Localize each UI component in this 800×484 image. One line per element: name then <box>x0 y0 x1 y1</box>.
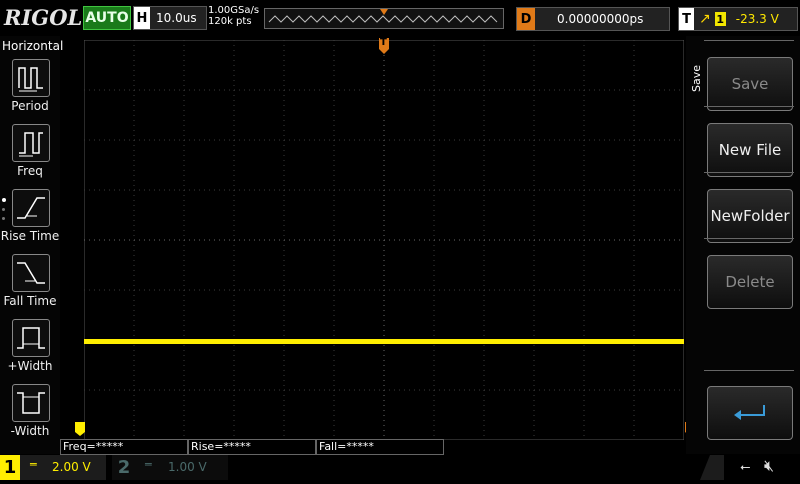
menu-page-dot <box>2 208 5 211</box>
graticule <box>83 39 685 441</box>
measure-rise-time[interactable]: Rise Time <box>0 189 60 251</box>
dc-coupling-icon: ═ <box>145 458 152 471</box>
channel1-number[interactable]: 1 <box>0 455 20 480</box>
timebase-value: 10.0us <box>156 11 197 25</box>
trigger-level: -23.3 V <box>735 12 779 26</box>
trigger-indicator[interactable]: T ↗︎ 1 -23.3 V <box>678 7 798 31</box>
measure-fall-time[interactable]: Fall Time <box>0 254 60 316</box>
acquisition-info: 1.00GSa/s 120k pts <box>208 5 259 27</box>
measure-negative-width-label: -Width <box>10 424 50 438</box>
sample-rate: 1.00GSa/s <box>208 5 260 16</box>
measure-positive-width[interactable]: +Width <box>0 319 60 381</box>
delay-value: 0.00000000ps <box>557 12 644 26</box>
trigger-source: 1 <box>714 12 726 26</box>
channel1-offset-marker[interactable] <box>75 421 85 436</box>
measure-negative-width[interactable]: -Width <box>0 384 60 446</box>
rise-time-icon <box>12 189 50 227</box>
new-file-button[interactable]: New File <box>707 123 793 177</box>
menu-page-dot-active <box>2 198 6 202</box>
trigger-position-marker[interactable]: T <box>379 37 389 54</box>
dc-coupling-icon: ═ <box>30 458 37 471</box>
save-button[interactable]: Save <box>707 57 793 111</box>
period-icon <box>12 59 50 97</box>
channel1-scale: 2.00 V <box>52 460 91 474</box>
measure-period[interactable]: Period <box>0 59 60 121</box>
negative-width-icon <box>12 384 50 422</box>
waveform-display[interactable] <box>83 39 685 441</box>
channel2-scale: 1.00 V <box>168 460 207 474</box>
enter-button[interactable] <box>707 386 793 440</box>
new-folder-button[interactable]: NewFolder <box>707 189 793 243</box>
positive-width-icon <box>12 319 50 357</box>
freq-icon <box>12 124 50 162</box>
measure-rise-time-label: Rise Time <box>0 229 60 243</box>
delay-indicator[interactable]: D 0.00000000ps <box>516 7 670 31</box>
rigol-logo: RIGOL <box>4 5 83 30</box>
measure-period-label: Period <box>11 99 49 113</box>
measurement-rise[interactable]: Rise=***** <box>188 439 316 455</box>
delete-button[interactable]: Delete <box>707 255 793 309</box>
enter-return-icon <box>734 405 765 420</box>
rising-edge-icon: ↗︎ <box>699 11 711 27</box>
memory-trigger-marker <box>380 9 388 15</box>
channel1-trace <box>84 339 684 344</box>
measure-freq[interactable]: Freq <box>0 124 60 186</box>
left-menu-title: Horizontal <box>2 39 64 53</box>
menu-page-dot <box>2 217 5 220</box>
right-menu-title: Save <box>690 64 703 92</box>
timebase-key: H <box>134 7 150 29</box>
memory-depth: 120k pts <box>208 16 252 27</box>
delay-key: D <box>517 8 535 30</box>
measure-freq-label: Freq <box>17 164 43 178</box>
channel2-number[interactable]: 2 <box>112 455 136 480</box>
measure-fall-time-label: Fall Time <box>3 294 57 308</box>
measure-positive-width-label: +Width <box>7 359 53 373</box>
trigger-position-label: T <box>380 37 387 48</box>
memory-waveform-preview <box>268 9 498 23</box>
speaker-muted-icon[interactable]: 🔇︎ <box>764 456 774 476</box>
fall-time-icon <box>12 254 50 292</box>
trigger-key: T <box>679 8 694 30</box>
timebase-indicator[interactable]: H 10.0us <box>133 6 207 30</box>
run-state-button[interactable]: AUTO <box>83 6 131 30</box>
measurement-freq[interactable]: Freq=***** <box>60 439 188 455</box>
usb-icon: ⭠︎ <box>740 460 751 475</box>
memory-position-strip[interactable] <box>264 8 504 29</box>
bottom-bar-divider <box>700 455 724 480</box>
measurement-fall[interactable]: Fall=***** <box>316 439 444 455</box>
